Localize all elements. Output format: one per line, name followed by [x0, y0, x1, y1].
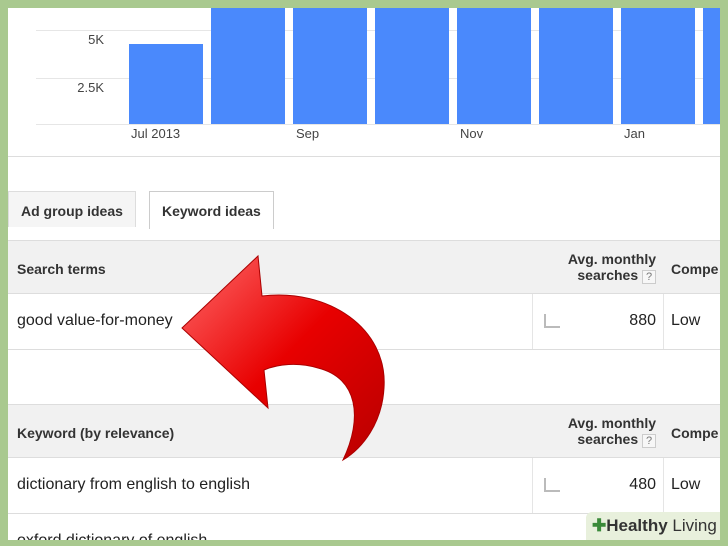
- divider: [532, 458, 533, 513]
- help-icon[interactable]: ?: [642, 434, 656, 448]
- y-tick-2-5k: 2.5K: [77, 80, 104, 95]
- divider: [663, 458, 664, 513]
- keyword: dictionary from english to english: [17, 476, 251, 493]
- y-tick-5k: 5K: [88, 32, 104, 47]
- help-icon[interactable]: ?: [642, 270, 656, 284]
- competition: Low: [671, 476, 701, 493]
- col-label: searches: [577, 267, 639, 283]
- tab-keyword-ideas[interactable]: Keyword ideas: [149, 191, 274, 229]
- bar-jan[interactable]: [621, 8, 695, 124]
- bar-nov[interactable]: [457, 8, 531, 124]
- trend-chart-icon[interactable]: [544, 478, 560, 492]
- bar-feb[interactable]: [703, 8, 720, 124]
- avg-searches: 480: [629, 476, 656, 493]
- divider: [8, 156, 720, 157]
- search-term: good value-for-money: [17, 312, 173, 329]
- col-competition: Compe: [671, 425, 719, 441]
- avg-searches: 880: [629, 312, 656, 329]
- col-avg-monthly[interactable]: Avg. monthly searches ?: [536, 415, 656, 448]
- logo-text: Living: [667, 516, 717, 535]
- competition: Low: [671, 312, 701, 329]
- x-tick: Jan: [624, 126, 645, 141]
- red-arrow-annotation: [181, 254, 385, 462]
- x-tick: Sep: [296, 126, 320, 141]
- tab-ad-group-ideas[interactable]: Ad group ideas: [8, 191, 136, 227]
- trend-chart-icon[interactable]: [544, 314, 560, 328]
- col-label: Avg. monthly: [567, 415, 656, 431]
- col-label: Avg. monthly: [567, 251, 656, 267]
- x-tick: Nov: [460, 126, 484, 141]
- x-tick: Jul 2013: [131, 126, 181, 141]
- col-search-terms: Search terms: [17, 261, 106, 277]
- col-label: searches: [577, 431, 639, 447]
- bar-oct[interactable]: [375, 8, 449, 124]
- col-keyword[interactable]: Keyword (by relevance): [17, 425, 174, 441]
- keyword: oxford dictionary of english: [17, 532, 207, 540]
- keyword-planner-panel: 5K 2.5K Jul 2013 Sep Nov Jan Ad group id…: [8, 8, 720, 540]
- plus-icon: ✚: [592, 516, 607, 535]
- col-competition: Compe: [671, 261, 719, 277]
- bar-aug[interactable]: [211, 8, 285, 124]
- baseline: [36, 124, 720, 125]
- divider: [663, 294, 664, 349]
- table-row: dictionary from english to english 480 L…: [8, 458, 720, 514]
- bar-dec[interactable]: [539, 8, 613, 124]
- divider: [532, 294, 533, 349]
- bar-sep[interactable]: [293, 8, 367, 124]
- logo-text: Healthy: [606, 516, 668, 535]
- bar-jul-2013[interactable]: [129, 44, 203, 124]
- col-avg-monthly[interactable]: Avg. monthly searches ?: [536, 251, 656, 284]
- healthy-living-logo: ✚Healthy Living: [586, 512, 720, 540]
